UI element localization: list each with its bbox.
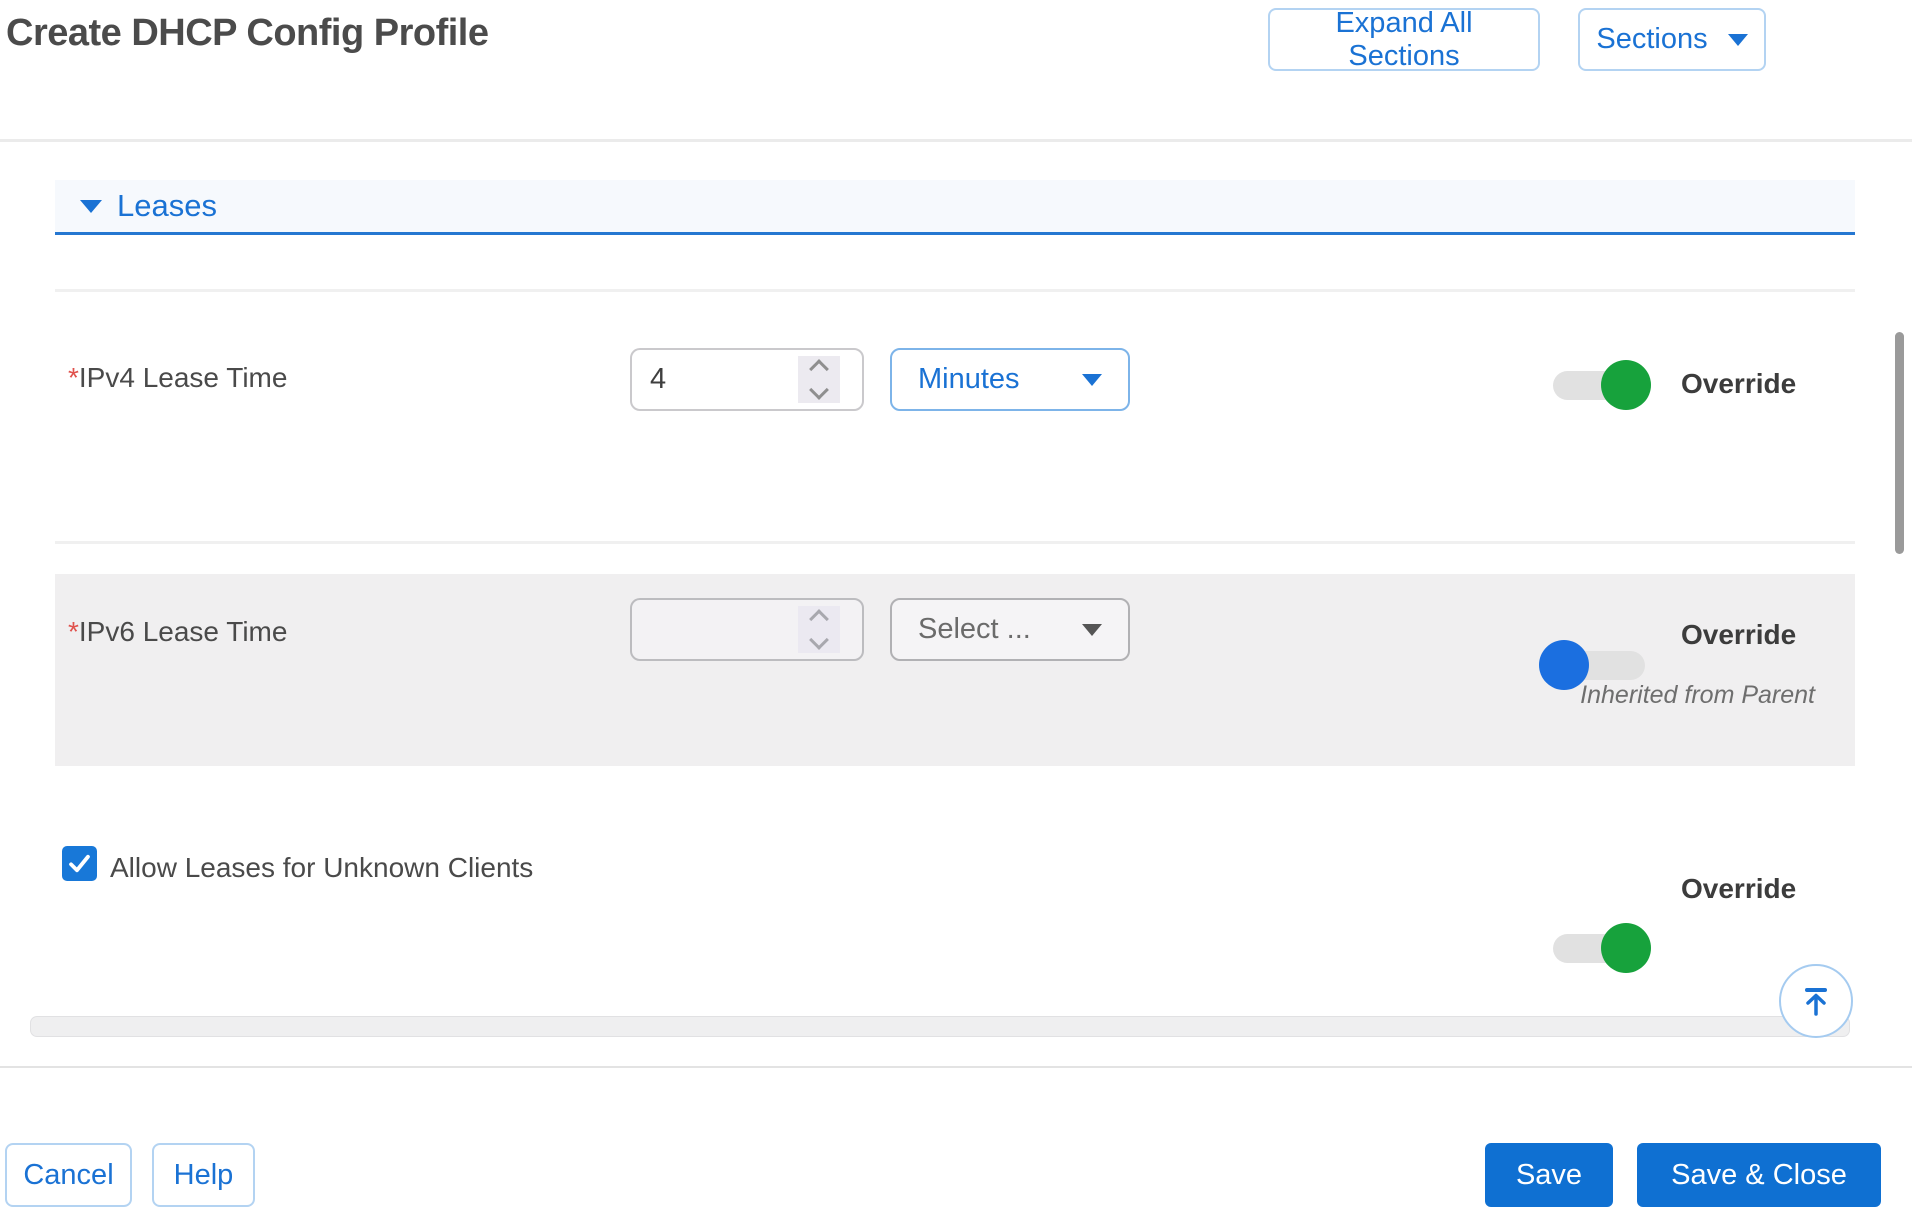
save-and-close-button[interactable]: Save & Close bbox=[1637, 1143, 1881, 1207]
footer-divider bbox=[0, 1066, 1912, 1068]
chevron-down-icon bbox=[1727, 33, 1748, 46]
check-icon bbox=[69, 854, 90, 873]
triangle-down-icon bbox=[80, 199, 102, 213]
toggle-knob bbox=[1601, 923, 1651, 973]
save-and-close-label: Save & Close bbox=[1671, 1158, 1847, 1191]
required-asterisk: * bbox=[68, 362, 79, 393]
toggle-knob bbox=[1601, 360, 1651, 410]
arrow-up-to-line-icon bbox=[1805, 988, 1827, 1016]
ipv4-unit-selected-value: Minutes bbox=[918, 363, 1020, 395]
help-button[interactable]: Help bbox=[152, 1143, 255, 1207]
chevron-up-icon[interactable] bbox=[809, 359, 829, 379]
allow-unknown-clients-checkbox[interactable] bbox=[62, 846, 97, 881]
ipv4-lease-time-label: *IPv4 Lease Time bbox=[68, 362, 288, 393]
ipv4-lease-time-stepper[interactable] bbox=[798, 356, 840, 403]
ipv4-override-label: Override bbox=[1681, 368, 1797, 399]
cancel-label: Cancel bbox=[23, 1158, 114, 1191]
leases-section-header[interactable]: Leases bbox=[55, 180, 1855, 235]
cancel-button[interactable]: Cancel bbox=[5, 1143, 132, 1207]
row-divider bbox=[55, 541, 1855, 544]
sections-label: Sections bbox=[1596, 23, 1708, 55]
scroll-to-top-button[interactable] bbox=[1779, 964, 1853, 1038]
page-title: Create DHCP Config Profile bbox=[6, 12, 489, 54]
ipv6-unit-placeholder: Select ... bbox=[918, 613, 1031, 645]
help-label: Help bbox=[173, 1158, 234, 1191]
expand-all-sections-label: Expand All Sections bbox=[1335, 6, 1473, 72]
ipv6-lease-time-stepper bbox=[798, 606, 840, 653]
ipv6-override-label: Override bbox=[1681, 619, 1797, 650]
chevron-down-icon bbox=[1082, 373, 1102, 386]
expand-all-sections-button[interactable]: Expand All Sections bbox=[1268, 6, 1540, 72]
sections-dropdown-button[interactable]: Sections bbox=[1578, 8, 1766, 71]
ipv6-lease-time-input-group bbox=[630, 598, 864, 661]
save-label: Save bbox=[1515, 1158, 1583, 1191]
header-divider bbox=[0, 139, 1912, 142]
chevron-down-icon[interactable] bbox=[809, 380, 829, 400]
chevron-up-icon bbox=[809, 609, 829, 629]
ipv4-lease-time-input-group bbox=[630, 348, 864, 411]
horizontal-scrollbar[interactable] bbox=[30, 1016, 1850, 1037]
ipv4-override-toggle[interactable] bbox=[1553, 360, 1651, 410]
ipv6-lease-time-label: *IPv6 Lease Time bbox=[68, 616, 288, 647]
allow-unknown-clients-label: Allow Leases for Unknown Clients bbox=[110, 852, 534, 883]
required-asterisk: * bbox=[68, 616, 79, 647]
save-button[interactable]: Save bbox=[1485, 1143, 1613, 1207]
inherited-from-parent-note: Inherited from Parent bbox=[1580, 681, 1815, 709]
ipv6-override-toggle[interactable] bbox=[1539, 640, 1645, 690]
ipv6-lease-time-unit-dropdown: Select ... bbox=[890, 598, 1130, 661]
allow-unknown-clients-override-label: Override bbox=[1681, 873, 1797, 904]
allow-unknown-clients-override-toggle[interactable] bbox=[1553, 923, 1651, 973]
chevron-down-icon bbox=[1082, 623, 1102, 636]
row-divider bbox=[55, 289, 1855, 292]
vertical-scrollbar-thumb[interactable] bbox=[1895, 332, 1904, 554]
leases-section-title: Leases bbox=[117, 188, 217, 223]
ipv4-lease-time-unit-dropdown[interactable]: Minutes bbox=[890, 348, 1130, 411]
chevron-down-icon bbox=[809, 630, 829, 650]
